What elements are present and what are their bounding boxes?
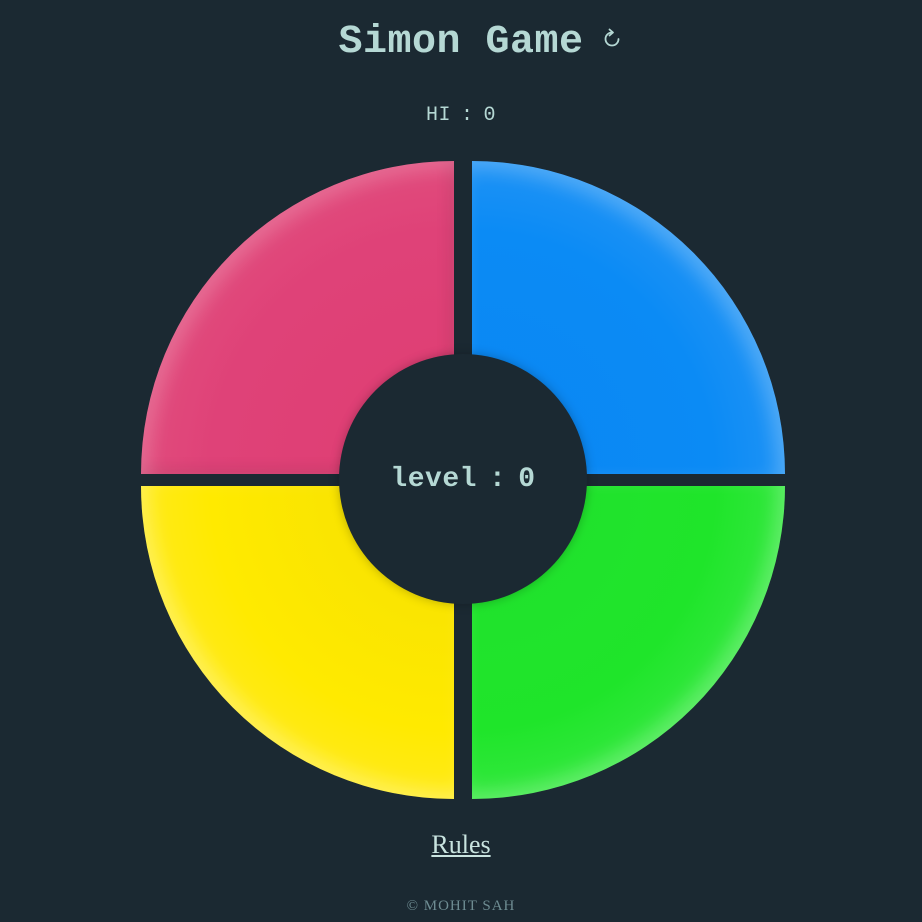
level-value: 0 xyxy=(518,463,536,495)
header: Simon Game xyxy=(0,14,922,70)
high-score-label: HI xyxy=(425,104,451,127)
level-display: level:0 xyxy=(339,354,587,604)
rules-link[interactable]: Rules xyxy=(0,830,922,860)
footer-copyright: © MOHIT SAH xyxy=(406,898,516,914)
level-label: level xyxy=(390,463,477,495)
high-score-value: 0 xyxy=(483,104,497,127)
game-board: level:0 xyxy=(141,161,785,799)
level-indicator: level:0 xyxy=(390,464,535,495)
restart-icon xyxy=(604,28,620,47)
high-score: HI:0 xyxy=(0,104,922,127)
level-separator: : xyxy=(488,463,507,495)
high-score-separator: : xyxy=(460,104,474,127)
game-title: Simon Game xyxy=(338,19,584,65)
restart-button[interactable] xyxy=(597,24,627,54)
